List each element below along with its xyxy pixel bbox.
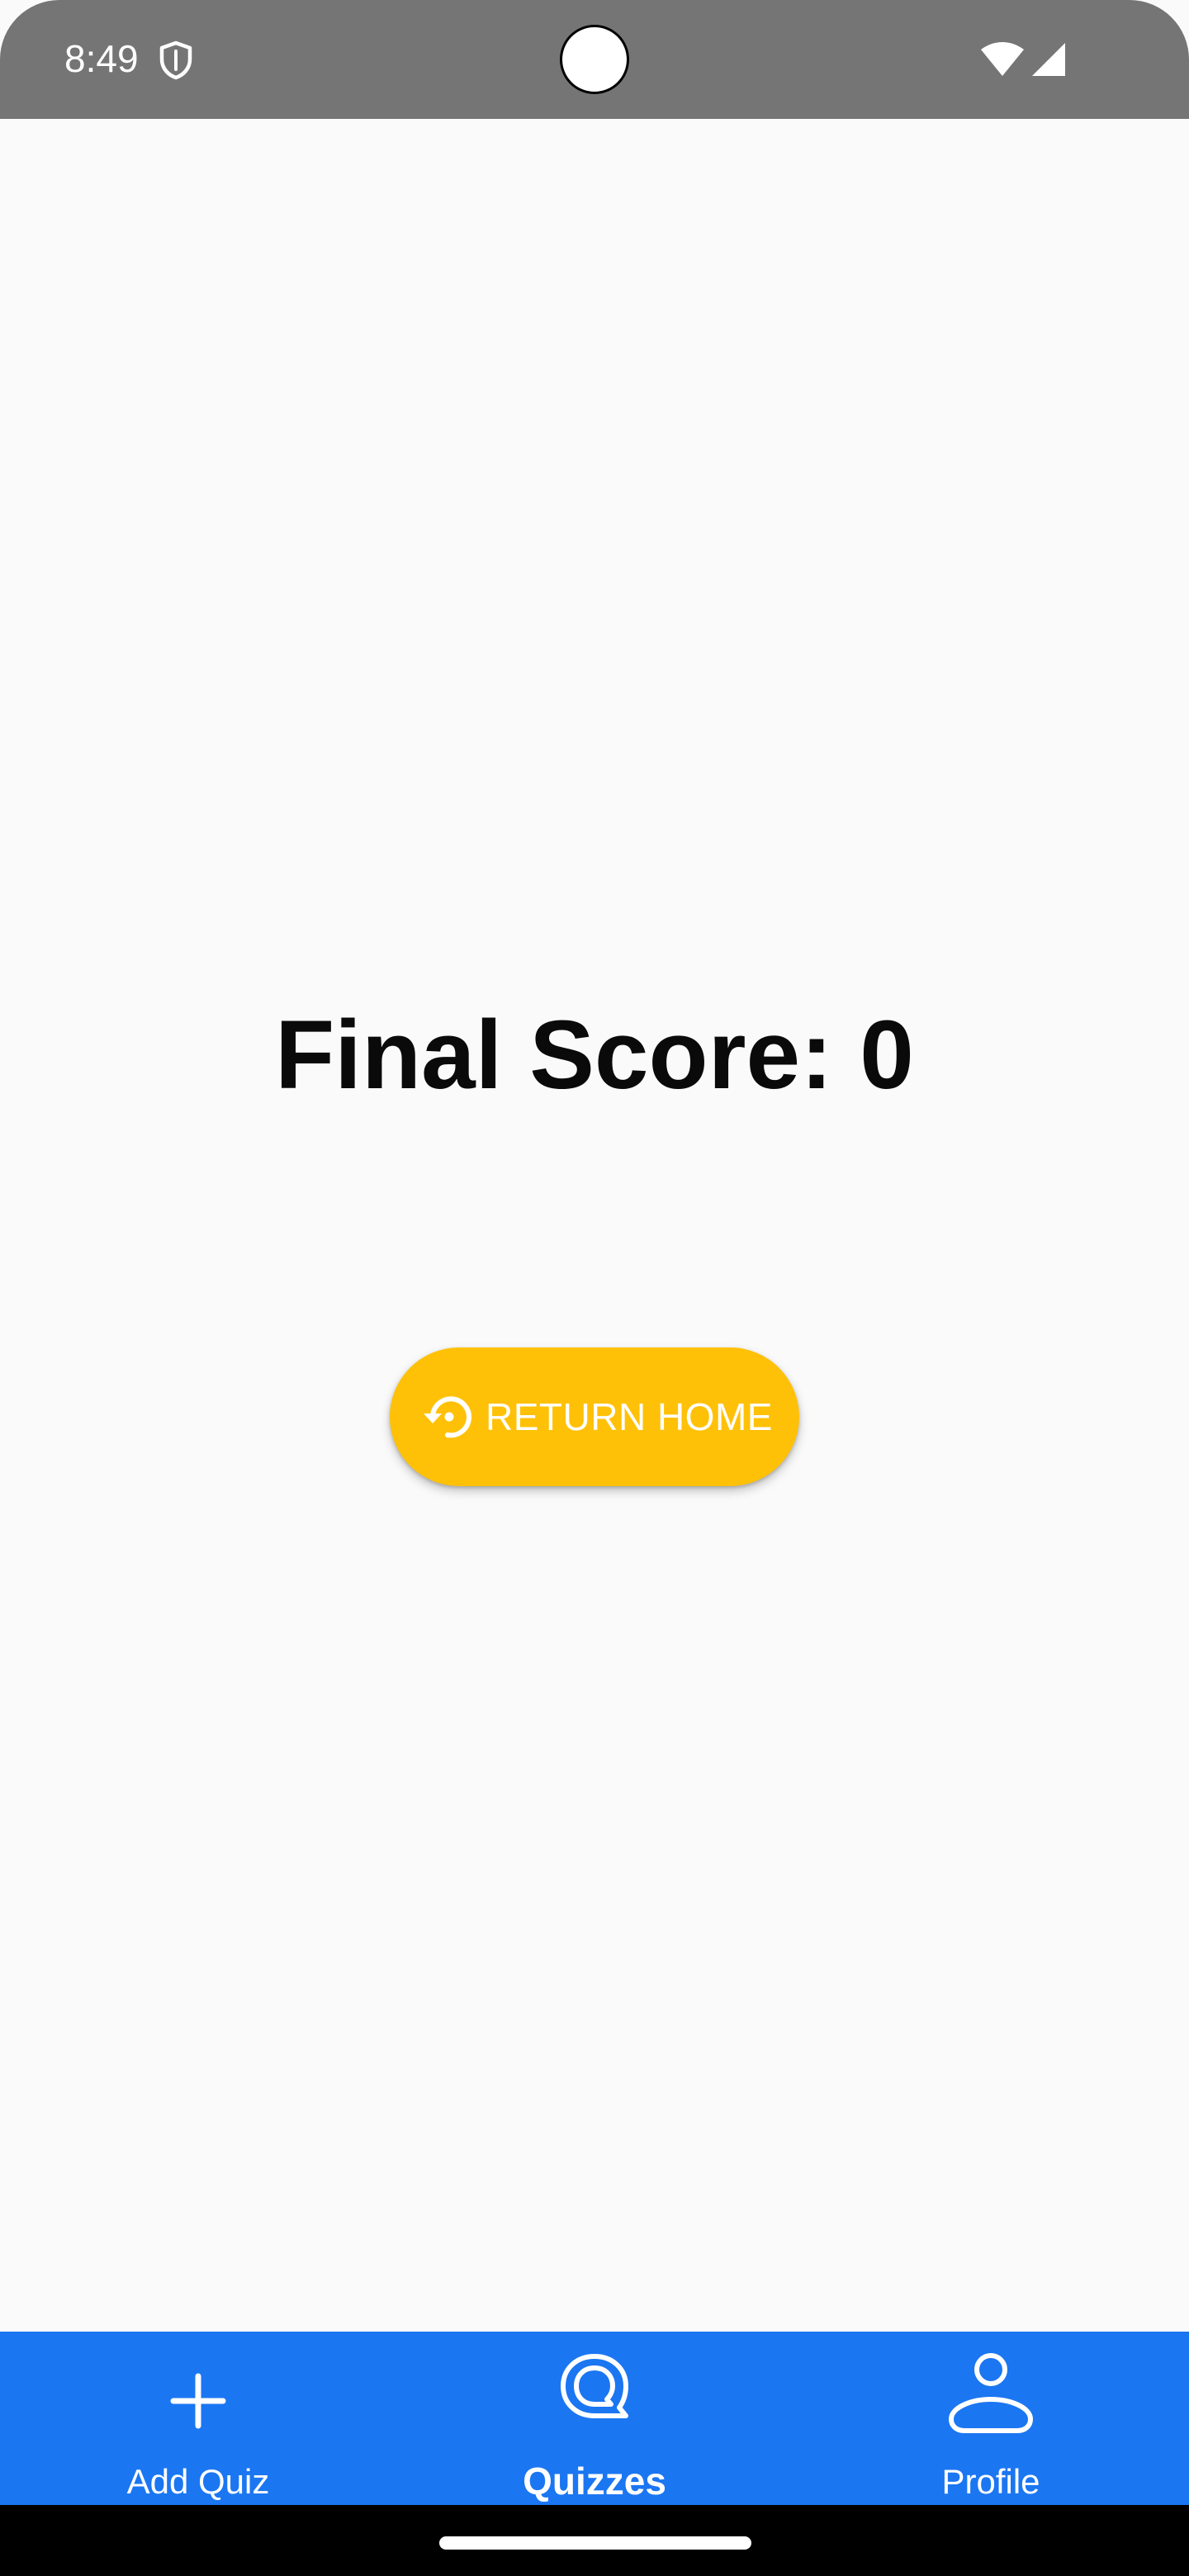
- restore-icon: [424, 1396, 472, 1438]
- final-score-title: Final Score: 0: [275, 1001, 914, 1110]
- wifi-icon: [981, 42, 1024, 76]
- camera-cutout: [560, 25, 629, 94]
- nav-item-add-quiz[interactable]: Add Quiz: [0, 2332, 396, 2505]
- bottom-nav: Add Quiz Quizzes Profile: [0, 2332, 1189, 2505]
- screen: 8:49 Final Score: 0 RETURN HOME Add Quiz…: [0, 0, 1189, 2576]
- home-gesture-handle[interactable]: [439, 2536, 751, 2550]
- system-nav-bar: [0, 2505, 1189, 2576]
- status-time: 8:49: [64, 37, 139, 80]
- nav-label-add-quiz: Add Quiz: [126, 2462, 270, 2501]
- nav-label-profile: Profile: [941, 2462, 1040, 2501]
- status-bar: 8:49: [0, 0, 1189, 119]
- nav-label-quizzes: Quizzes: [523, 2460, 666, 2503]
- signal-icon: [1032, 43, 1065, 76]
- nav-item-quizzes[interactable]: Quizzes: [396, 2332, 793, 2505]
- quiz-bubble-icon: [561, 2354, 628, 2418]
- plus-icon: [170, 2373, 226, 2429]
- return-home-label: RETURN HOME: [486, 1395, 773, 1438]
- return-home-button[interactable]: RETURN HOME: [390, 1347, 799, 1486]
- nav-item-profile[interactable]: Profile: [793, 2332, 1189, 2505]
- person-icon: [949, 2353, 1033, 2433]
- shield-icon: [159, 40, 192, 80]
